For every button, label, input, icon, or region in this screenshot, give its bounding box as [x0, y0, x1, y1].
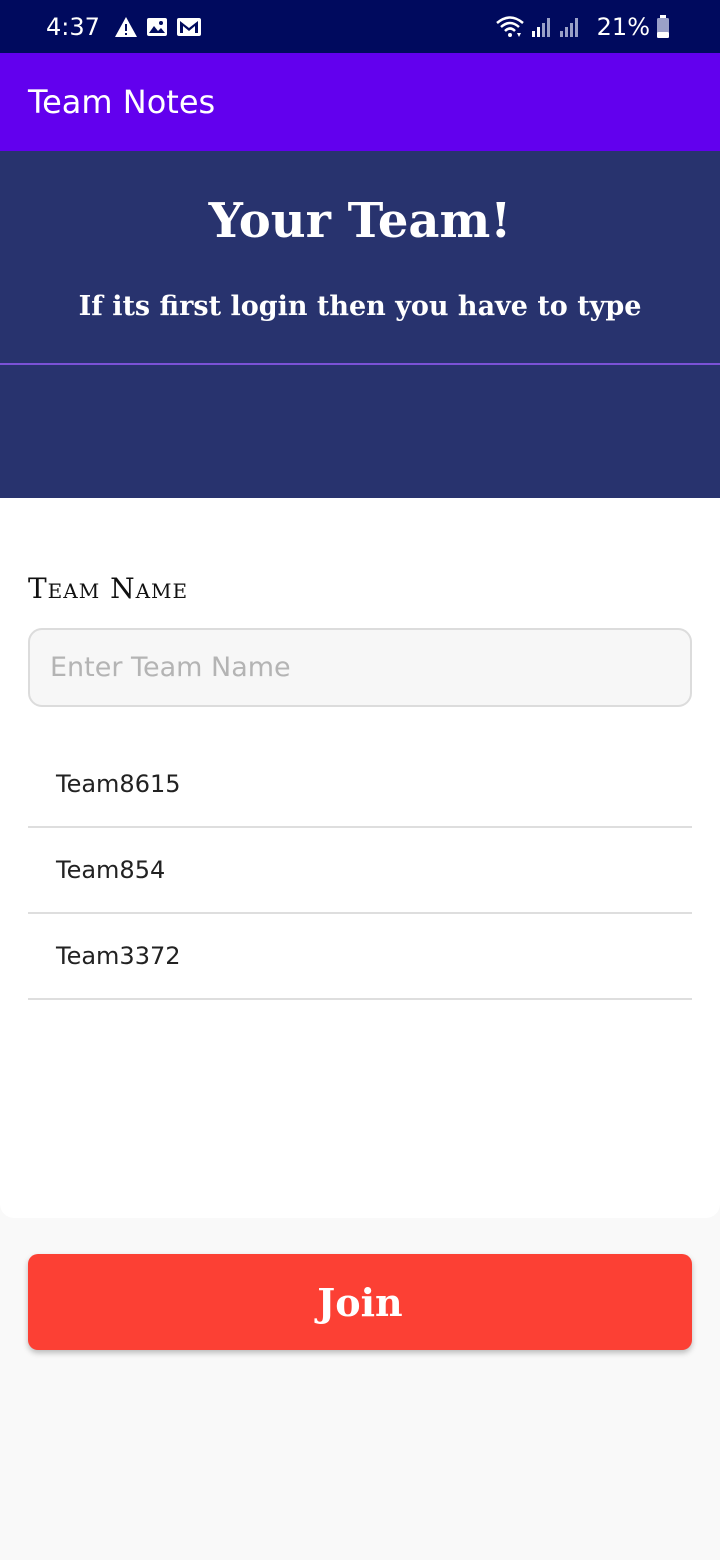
signal-icon: [559, 16, 581, 38]
status-left: 4:37: [46, 13, 210, 41]
warning-icon: [114, 16, 138, 38]
team-name-label: Team Name: [28, 572, 189, 605]
status-time: 4:37: [46, 12, 100, 41]
team-card: Team Name Team8615Team854Team3372: [0, 498, 720, 1218]
status-right: 21%: [495, 13, 676, 41]
signal-icon: [531, 16, 553, 38]
battery-icon: [656, 14, 670, 39]
join-button[interactable]: Join: [28, 1254, 692, 1350]
hero-divider: [0, 363, 720, 365]
app-bar: Team Notes: [0, 53, 720, 151]
status-bar: 4:37 21%: [0, 0, 720, 53]
hero-banner: Your Team! If its first login then you h…: [0, 151, 720, 498]
list-item[interactable]: Team854: [28, 828, 692, 914]
wifi-icon: [495, 15, 525, 39]
list-item[interactable]: Team3372: [28, 914, 692, 1000]
list-item[interactable]: Team8615: [28, 742, 692, 828]
team-list: Team8615 Team854 Team3372: [28, 742, 692, 1000]
hero-subtitle: If its first login then you have to type: [78, 291, 642, 322]
app-title: Team Notes: [28, 83, 216, 121]
team-name-input[interactable]: [28, 628, 692, 707]
gmail-icon: [176, 17, 202, 37]
battery-percent: 21%: [596, 12, 650, 41]
screen: 4:37 21% Team Notes Your Team! If its fi…: [0, 0, 720, 1560]
hero-title: Your Team!: [208, 193, 512, 249]
image-icon: [146, 17, 168, 37]
